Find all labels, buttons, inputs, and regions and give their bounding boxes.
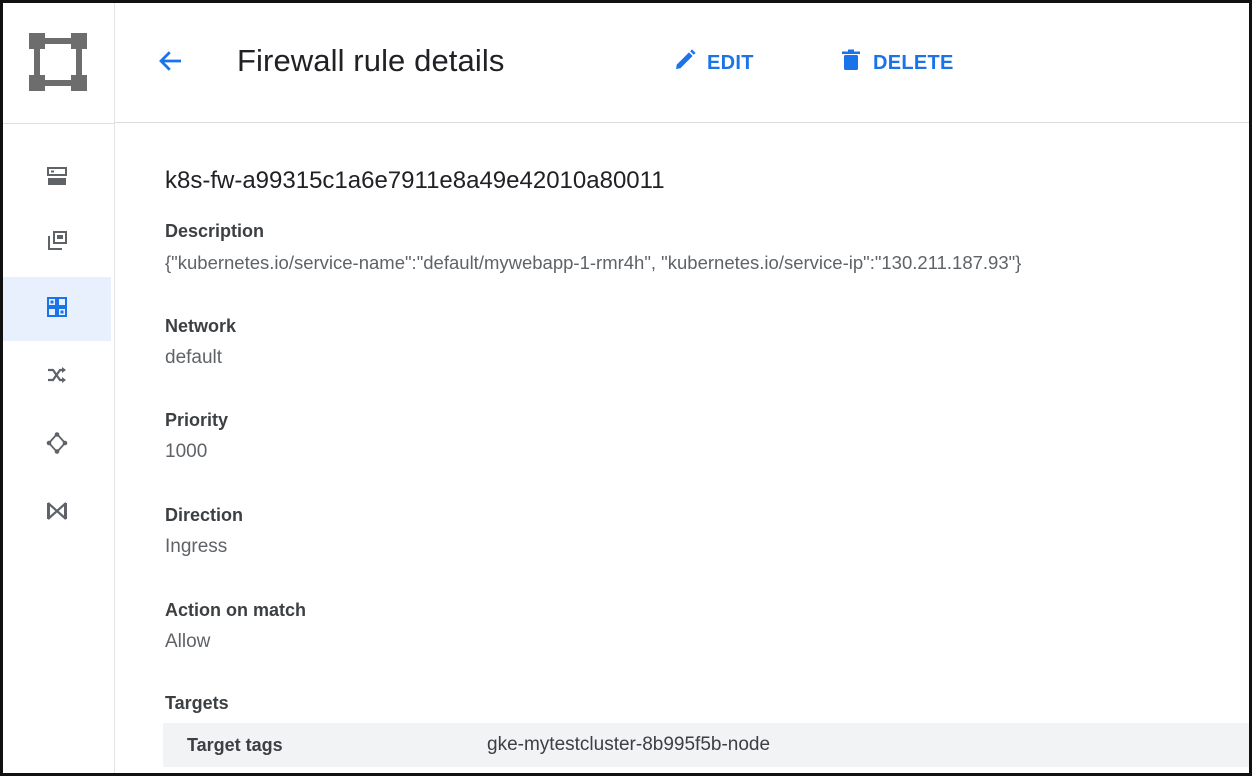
page-title: Firewall rule details [237, 43, 505, 78]
rail-item-firewall[interactable] [3, 277, 111, 341]
field-label: Network [165, 316, 237, 336]
rail-divider [3, 123, 115, 124]
arrow-back-icon [156, 46, 186, 81]
trash-icon [839, 48, 863, 78]
target-tags-label: Target tags [187, 734, 283, 755]
delete-button[interactable]: DELETE [839, 47, 954, 79]
pencil-icon [673, 48, 697, 78]
rule-name: k8s-fw-a99315c1a6e7911e8a49e42010a80011 [165, 167, 665, 194]
field-label: Targets [165, 693, 229, 713]
field-direction: Direction Ingress [165, 505, 243, 558]
page-header: Firewall rule details EDIT DELETE [115, 3, 1249, 123]
field-label: Action on match [165, 600, 307, 620]
rail-item-routes[interactable] [3, 345, 111, 409]
edit-button[interactable]: EDIT [673, 47, 754, 79]
field-network: Network default [165, 316, 236, 369]
rail-item-shared-vpc[interactable] [3, 481, 111, 545]
field-label: Priority [165, 410, 229, 430]
field-label: Direction [165, 505, 244, 525]
firewall-grid-icon [45, 295, 69, 324]
side-rail [3, 3, 115, 773]
delete-label: DELETE [873, 51, 954, 74]
bowtie-peering-icon [45, 499, 69, 528]
servers-icon [45, 165, 69, 194]
target-tags-value: gke-mytestcluster-8b995f5b-node [487, 734, 771, 755]
external-window-icon [45, 229, 69, 258]
field-value: Ingress [165, 536, 228, 557]
targets-table-row: Target tags gke-mytestcluster-8b995f5b-n… [163, 723, 1249, 767]
network-nodes-icon [45, 431, 69, 460]
vpc-network-logo-icon [29, 33, 87, 91]
back-button[interactable] [151, 45, 191, 81]
field-targets: Targets [165, 693, 229, 714]
field-description: Description {"kubernetes.io/service-name… [165, 221, 1021, 274]
edit-label: EDIT [707, 51, 754, 74]
field-label: Description [165, 221, 265, 241]
field-action-on-match: Action on match Allow [165, 600, 306, 653]
rail-item-vpc-peering[interactable] [3, 413, 111, 477]
field-value: default [165, 347, 223, 368]
field-value: {"kubernetes.io/service-name":"default/m… [165, 252, 1022, 273]
shuffle-routes-icon [45, 363, 69, 392]
field-value: Allow [165, 631, 211, 652]
rule-details: k8s-fw-a99315c1a6e7911e8a49e42010a80011 … [163, 123, 1249, 773]
rail-item-external-ips[interactable] [3, 211, 111, 275]
app-window: Firewall rule details EDIT DELETE k8s-fw… [0, 0, 1252, 776]
field-value: 1000 [165, 441, 208, 462]
rail-item-servers[interactable] [3, 147, 111, 211]
field-priority: Priority 1000 [165, 410, 228, 463]
